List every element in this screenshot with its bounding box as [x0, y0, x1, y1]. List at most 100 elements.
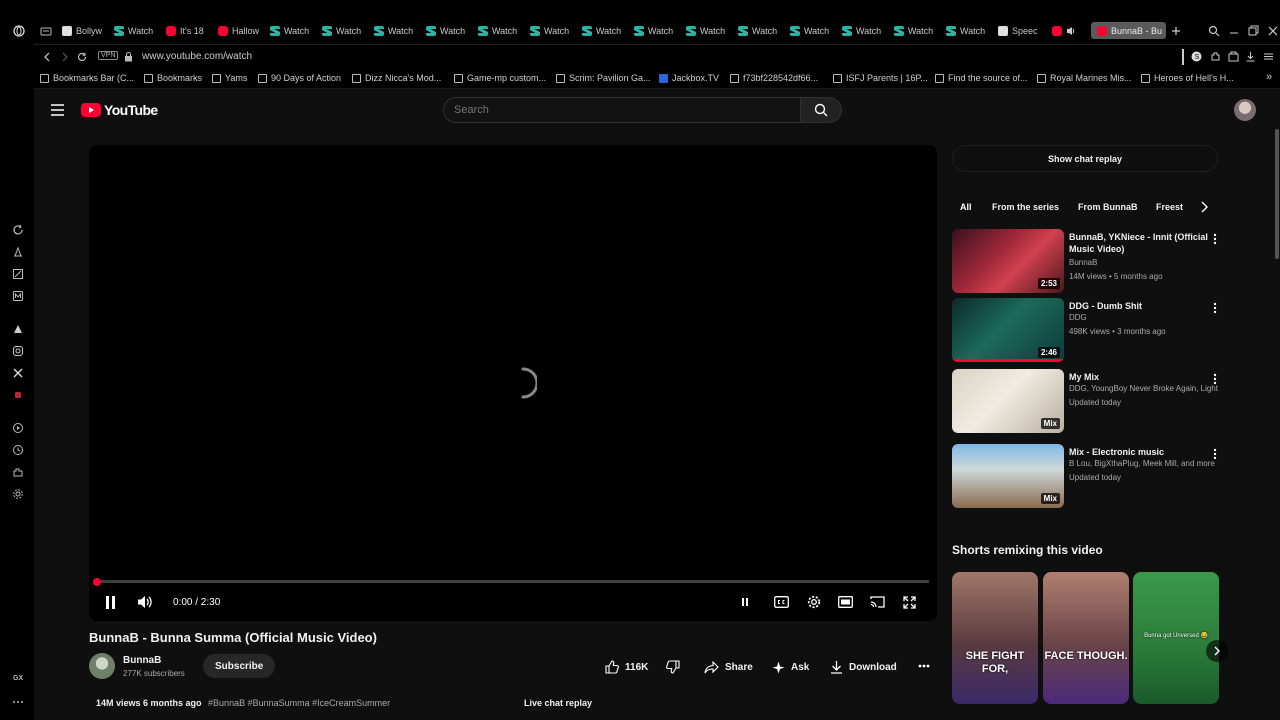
- url-field[interactable]: www.youtube.com/watch: [142, 51, 252, 62]
- snapshot-icon[interactable]: S: [1191, 51, 1202, 62]
- tab-item[interactable]: Watch: [842, 23, 886, 39]
- show-chat-replay-button[interactable]: Show chat replay: [952, 145, 1218, 172]
- tab-item[interactable]: Watch: [478, 23, 522, 39]
- hashtags[interactable]: #BunnaB #BunnaSumma #IceCreamSummer: [208, 698, 390, 708]
- tab-item[interactable]: Speec: [998, 23, 1042, 39]
- recommendation-channel[interactable]: DDG, YoungBoy Never Broke Again, Light..…: [1069, 384, 1219, 393]
- bookmark-item[interactable]: Game-mp custom...: [454, 73, 546, 83]
- tab-item[interactable]: Watch: [270, 23, 314, 39]
- tab-item[interactable]: Hallow: [218, 23, 262, 39]
- progress-track[interactable]: [93, 577, 929, 586]
- filter-chip[interactable]: All: [952, 197, 980, 217]
- progress-scrubber[interactable]: [93, 577, 101, 586]
- lock-icon[interactable]: [124, 52, 133, 62]
- speaker-icon[interactable]: [1066, 26, 1076, 36]
- tab-item[interactable]: Watch: [530, 23, 574, 39]
- bookmarks-overflow-icon[interactable]: »: [1266, 71, 1272, 83]
- recommendation-channel[interactable]: BunnaB: [1069, 258, 1219, 267]
- recommendation-channel[interactable]: DDG: [1069, 313, 1219, 322]
- fullscreen-icon[interactable]: [903, 596, 916, 609]
- bookmark-item[interactable]: Bookmarks Bar (C...: [40, 73, 134, 83]
- minimize-icon[interactable]: [1228, 25, 1240, 37]
- tab-item[interactable]: Watch: [114, 23, 158, 39]
- tab-menu-icon[interactable]: [40, 25, 52, 37]
- short-card[interactable]: Bunna got Unversed 😂: [1133, 572, 1219, 704]
- bookmark-item[interactable]: Find the source of...: [935, 73, 1028, 83]
- bookmark-item[interactable]: Jackbox.TV: [659, 73, 719, 83]
- more-vertical-icon[interactable]: [1212, 448, 1218, 460]
- volume-icon[interactable]: [137, 595, 153, 609]
- recommendation-item[interactable]: Mix Mix - Electronic music B Lou, BigXthaP…: [952, 444, 1222, 510]
- tab-item[interactable]: Watch: [322, 23, 366, 39]
- ask-button[interactable]: Ask: [772, 655, 809, 679]
- recommendation-item[interactable]: Mix My Mix DDG, YoungBoy Never Broke Again…: [952, 369, 1222, 435]
- short-card[interactable]: SHE FIGHT FOR,: [952, 572, 1038, 704]
- youtube-logo[interactable]: YouTube: [81, 102, 158, 118]
- filter-chip[interactable]: Freest: [1148, 197, 1191, 217]
- bookmark-item[interactable]: ISFJ Parents | 16P...: [833, 73, 928, 83]
- recommendation-title[interactable]: BunnaB, YKNiece - Innit (Official Music …: [1069, 231, 1219, 255]
- tab-item[interactable]: Watch: [686, 23, 730, 39]
- bookmark-item[interactable]: f73bf228542df66...: [730, 73, 818, 83]
- search-input[interactable]: [454, 104, 800, 116]
- hamburger-menu-icon[interactable]: [51, 104, 64, 116]
- shorts-next-button[interactable]: [1206, 640, 1228, 662]
- vk-icon[interactable]: [12, 389, 24, 401]
- theater-mode-icon[interactable]: [838, 596, 853, 608]
- subscribe-button[interactable]: Subscribe: [203, 654, 276, 678]
- channel-name[interactable]: BunnaB: [123, 655, 161, 666]
- autoplay-icon[interactable]: [742, 598, 748, 606]
- restore-icon[interactable]: [1247, 25, 1259, 37]
- x-twitter-icon[interactable]: [12, 367, 24, 379]
- more-options-icon[interactable]: [12, 696, 24, 708]
- gx-control-icon[interactable]: [12, 224, 24, 236]
- tab-item[interactable]: It's 18: [166, 23, 210, 39]
- gx-corner-icon[interactable]: [12, 246, 24, 258]
- new-tab-icon[interactable]: [1170, 25, 1182, 37]
- video-thumbnail[interactable]: 2:46: [952, 298, 1064, 362]
- cast-icon[interactable]: [870, 596, 885, 608]
- video-thumbnail[interactable]: 2:53: [952, 229, 1064, 293]
- tab-item[interactable]: Watch: [374, 23, 418, 39]
- more-vertical-icon[interactable]: [1212, 233, 1218, 245]
- tab-search-icon[interactable]: [1208, 25, 1220, 37]
- bookmark-item[interactable]: Bookmarks: [144, 73, 202, 83]
- wallet-icon[interactable]: [1228, 51, 1239, 62]
- back-icon[interactable]: [42, 52, 52, 62]
- settings-gear-icon[interactable]: [807, 595, 821, 609]
- instagram-icon[interactable]: [12, 345, 24, 357]
- tab-item[interactable]: Watch: [738, 23, 782, 39]
- tab-item[interactable]: Watch: [790, 23, 834, 39]
- pause-icon[interactable]: [105, 596, 116, 609]
- search-button[interactable]: [800, 97, 842, 123]
- gx-cleaner-icon[interactable]: [12, 268, 24, 280]
- music-player-icon[interactable]: [12, 323, 24, 335]
- gx-mod-icon[interactable]: [12, 290, 24, 302]
- filter-chip[interactable]: From the series: [984, 197, 1067, 217]
- bookmark-item[interactable]: Royal Marines Mis...: [1037, 73, 1132, 83]
- tab-item[interactable]: Watch: [894, 23, 938, 39]
- scrollbar-thumb[interactable]: [1275, 129, 1279, 259]
- recommendation-title[interactable]: DDG - Dumb Shit: [1069, 300, 1219, 312]
- reload-icon[interactable]: [77, 52, 87, 62]
- bookmark-item[interactable]: Scrim: Pavilion Ga...: [556, 73, 651, 83]
- more-vertical-icon[interactable]: [1212, 302, 1218, 314]
- more-actions-icon[interactable]: [918, 664, 930, 668]
- player-icon[interactable]: [12, 422, 24, 434]
- captions-icon[interactable]: [774, 596, 789, 608]
- tab-item[interactable]: Bollyw: [62, 23, 106, 39]
- history-icon[interactable]: [12, 444, 24, 456]
- channel-avatar[interactable]: [89, 653, 115, 679]
- avatar[interactable]: [1234, 99, 1256, 121]
- description-meta[interactable]: 14M views 6 months ago #BunnaB #BunnaSum…: [96, 698, 390, 708]
- bookmark-item[interactable]: Heroes of Hell's H...: [1141, 73, 1234, 83]
- easy-setup-icon[interactable]: [1263, 51, 1274, 62]
- bookmark-item[interactable]: Dizz Nicca's Mod...: [352, 73, 441, 83]
- recommendation-title[interactable]: Mix - Electronic music: [1069, 446, 1219, 458]
- bookmark-item[interactable]: Yams: [212, 73, 247, 83]
- share-button[interactable]: Share: [704, 655, 753, 679]
- dislike-button[interactable]: [666, 655, 680, 679]
- like-button[interactable]: 116K: [605, 655, 648, 679]
- extensions-puzzle-icon[interactable]: [1210, 51, 1221, 62]
- recommendation-title[interactable]: My Mix: [1069, 371, 1219, 383]
